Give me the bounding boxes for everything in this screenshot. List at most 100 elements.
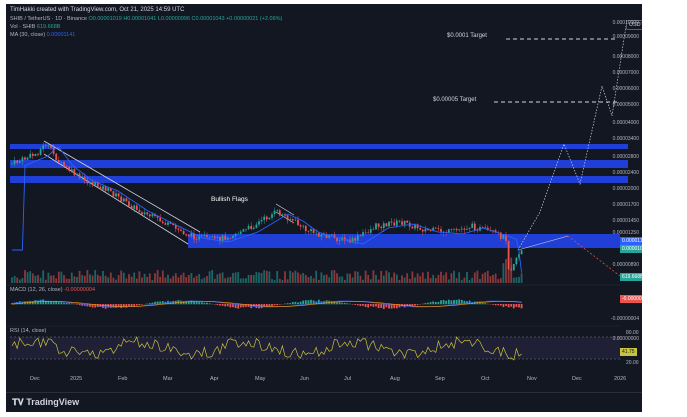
candle-body: [502, 234, 505, 239]
volume-bar: [390, 277, 393, 283]
ma-label: MA (30, close): [10, 32, 46, 38]
candle-body: [57, 159, 60, 163]
macd-histogram-bar: [507, 304, 510, 308]
candle-body: [29, 153, 32, 158]
macd-histogram-bar: [312, 300, 315, 305]
price-axis-tick: 0.00004000: [612, 120, 639, 126]
macd-histogram-bar: [198, 302, 201, 305]
macd-histogram-bar: [39, 299, 42, 305]
volume-legend[interactable]: Vol · SHIB 619.668B: [10, 24, 60, 30]
macd-histogram-bar: [440, 300, 442, 305]
macd-histogram-bar: [130, 304, 133, 307]
candle-body: [515, 257, 518, 265]
volume-bar: [187, 275, 190, 283]
macd-histogram-bar: [146, 303, 149, 305]
candle-body: [388, 221, 390, 227]
volume-bar: [232, 272, 234, 283]
candle-body: [367, 232, 370, 234]
volume-bar: [354, 271, 357, 283]
volume-bar: [195, 275, 198, 283]
volume-bar: [286, 279, 289, 283]
macd-histogram: [11, 299, 523, 309]
price-axis-tick: 0.00000000: [612, 336, 639, 342]
ma-legend[interactable]: MA (30, close) 0.00001141: [10, 32, 75, 38]
volume-bar: [427, 271, 429, 283]
resistance-zone-3: [10, 144, 628, 149]
volume-bar: [388, 272, 390, 283]
volume-bar: [481, 273, 484, 283]
macd-histogram-bar: [65, 302, 68, 305]
volume-bar: [133, 272, 136, 283]
price-axis-tick: 0.00007000: [612, 70, 639, 76]
macd-histogram-bar: [445, 300, 448, 305]
macd-histogram-bar: [18, 301, 21, 305]
volume-bar: [255, 272, 258, 283]
macd-histogram-bar: [255, 304, 258, 309]
volume-bar: [382, 275, 385, 283]
candle-body: [481, 227, 484, 228]
tradingview-logo[interactable]: 𝐓𝐕 TradingView: [12, 397, 79, 408]
macd-histogram-bar: [325, 300, 328, 305]
candle-body: [245, 229, 247, 230]
macd-histogram-bar: [229, 304, 232, 308]
candle-body: [39, 149, 42, 155]
volume-bar: [466, 271, 468, 283]
volume-bar: [219, 273, 221, 283]
volume-bar: [89, 274, 91, 283]
volume-bar: [403, 277, 406, 283]
volume-bar: [37, 275, 39, 283]
volume-bar: [172, 275, 175, 283]
volume-bar: [297, 272, 299, 283]
volume-bar: [385, 270, 388, 283]
macd-histogram-bar: [427, 302, 429, 305]
volume-bar: [278, 278, 281, 283]
candle-body: [11, 163, 13, 165]
volume-bar: [109, 272, 112, 283]
rsi-legend[interactable]: RSI (14, close): [10, 328, 46, 334]
price-axis-tick: 0.00002400: [612, 170, 639, 176]
time-axis-label: Jul: [344, 376, 352, 382]
price-axis[interactable]: 0.00010000 0.00009000 0.00008000 0.00007000…: [613, 20, 642, 394]
volume-bar: [364, 270, 367, 283]
volume-bar: [159, 276, 162, 283]
macd-histogram-bar: [232, 304, 234, 308]
volume-bar: [177, 277, 180, 283]
candle-body: [372, 229, 375, 230]
candle-body: [208, 236, 211, 238]
candle-body: [265, 216, 268, 220]
macd-histogram-bar: [341, 302, 344, 305]
candle-body: [263, 216, 266, 221]
macd-histogram-bar: [151, 302, 154, 305]
volume-bar: [55, 278, 58, 283]
candle-body: [26, 157, 29, 160]
time-axis-label: Apr: [210, 376, 219, 382]
candle-body: [473, 223, 476, 231]
candle-body: [520, 250, 523, 255]
candle-body: [221, 235, 224, 242]
candle-body: [440, 229, 442, 232]
candle-body: [421, 229, 424, 232]
symbol-legend[interactable]: SHIB / TetherUS · 1D · Binance O0.000010…: [10, 16, 282, 22]
volume-bar: [492, 274, 494, 283]
volume-bar: [234, 272, 237, 283]
volume-bar: [65, 278, 68, 283]
macd-histogram-bar: [76, 304, 78, 305]
volume-bar: [502, 263, 505, 283]
time-axis-label: Feb: [118, 376, 128, 382]
candle-body: [73, 169, 76, 176]
volume-bar: [271, 279, 273, 283]
macd-histogram-bar: [434, 302, 437, 305]
candle-body: [455, 228, 458, 231]
macd-histogram-bar: [226, 304, 229, 307]
price-chart[interactable]: [6, 4, 642, 392]
volume-bar: [362, 279, 364, 283]
price-axis-tick: 0.00001250: [612, 230, 639, 236]
volume-bar: [294, 270, 297, 283]
volume-bar: [29, 271, 32, 283]
volume-bar: [442, 275, 445, 283]
candle-body: [255, 224, 258, 228]
macd-legend[interactable]: MACD (12, 26, close) -0.00000004: [10, 287, 95, 293]
macd-histogram-bar: [203, 302, 206, 305]
volume-bar: [154, 273, 156, 283]
volume-bar: [216, 274, 219, 283]
